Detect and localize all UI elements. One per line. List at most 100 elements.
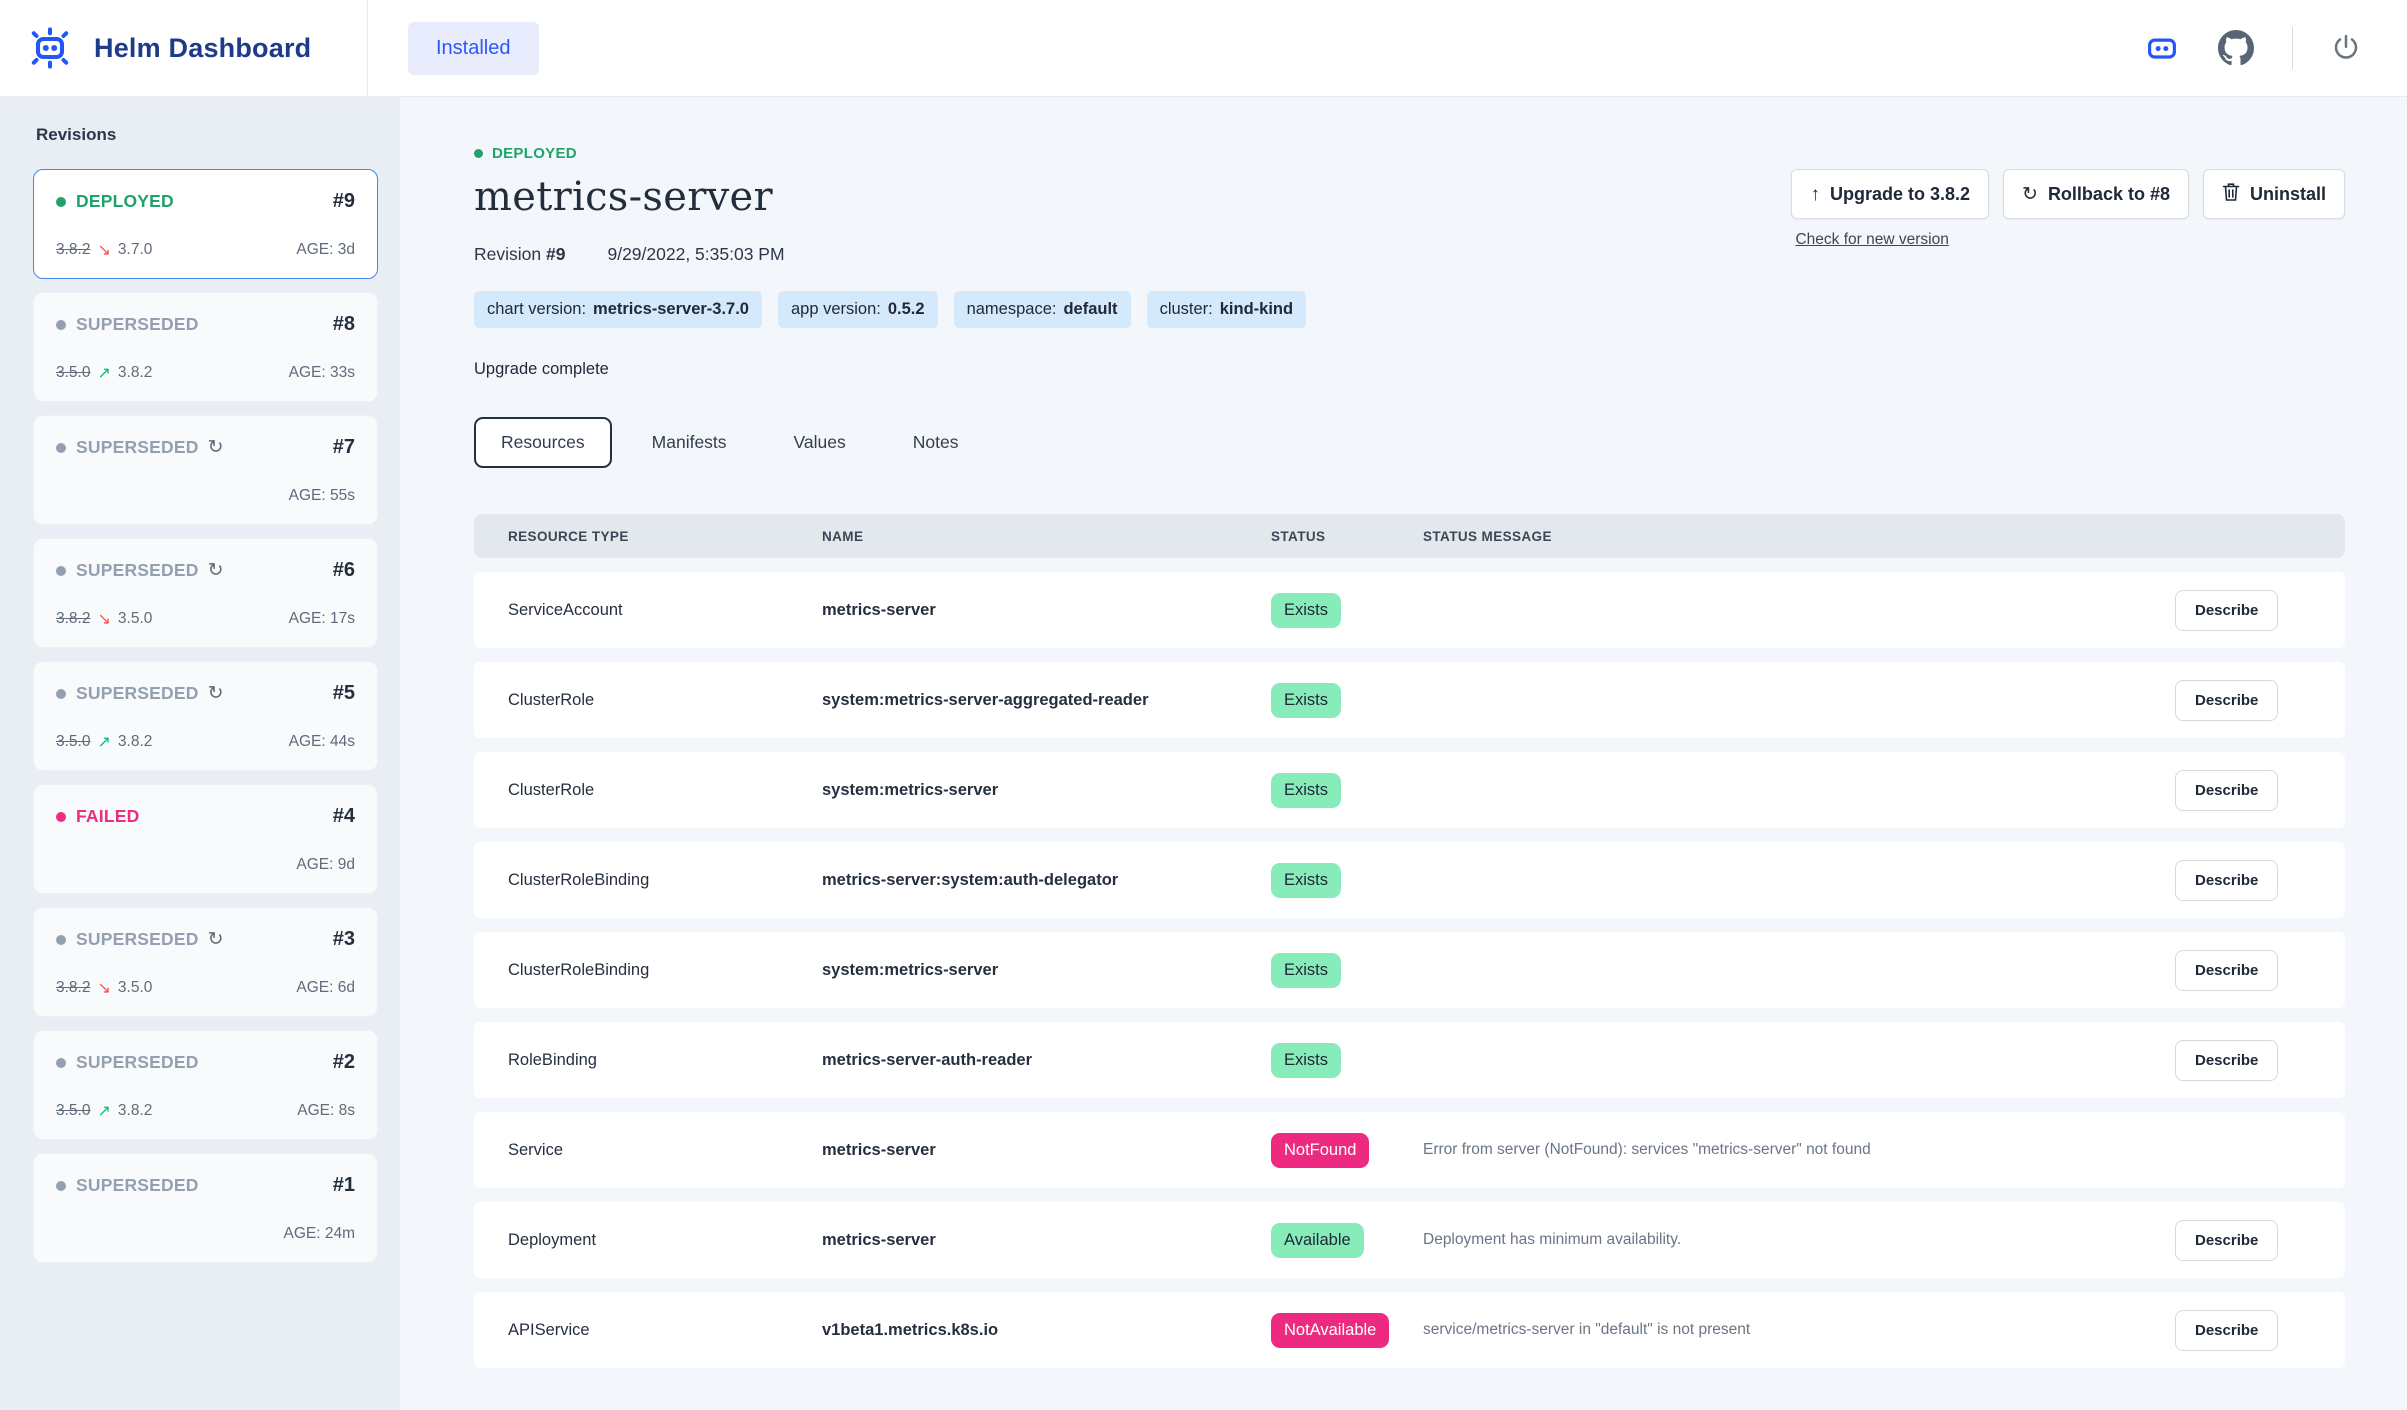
release-summary: DEPLOYED metrics-server Revision #9 9/29… [474, 145, 785, 265]
status-badge: Available [1271, 1223, 1364, 1258]
header-icons-divider [2292, 27, 2293, 69]
revision-number: Revision #9 [474, 244, 565, 265]
describe-button[interactable]: Describe [2175, 950, 2278, 991]
describe-button[interactable]: Describe [2175, 590, 2278, 631]
revision-card-8[interactable]: SUPERSEDED#83.5.0↗3.8.2AGE: 33s [33, 292, 378, 402]
revision-card-4[interactable]: FAILED#4 AGE: 9d [33, 784, 378, 894]
power-icon[interactable] [2331, 33, 2361, 63]
release-status-message: Upgrade complete [474, 360, 2345, 379]
revision-status-label: SUPERSEDED [76, 560, 199, 581]
upgrade-arrow-icon: ↗ [97, 1101, 110, 1121]
release-status: DEPLOYED [474, 145, 785, 162]
table-row: ClusterRoleBindingmetrics-server:system:… [474, 842, 2345, 918]
revision-card-top: DEPLOYED #9 [56, 190, 355, 213]
github-icon[interactable] [2218, 30, 2254, 66]
revision-card-7[interactable]: SUPERSEDED↻#7AGE: 55s [33, 415, 378, 525]
trash-icon [2222, 182, 2240, 206]
status-dot [56, 443, 66, 453]
revision-card-1[interactable]: SUPERSEDED#1 AGE: 24m [33, 1153, 378, 1263]
resource-type-cell: ServiceAccount [508, 601, 822, 620]
revision-card-top: FAILED#4 [56, 805, 355, 828]
revision-card-top: SUPERSEDED#1 [56, 1174, 355, 1197]
nav-installed-tab[interactable]: Installed [408, 22, 539, 75]
revision-age: AGE: 9d [296, 856, 355, 874]
uninstall-button[interactable]: Uninstall [2203, 169, 2345, 219]
status-dot [56, 689, 66, 699]
downgrade-arrow-icon: ↘ [97, 978, 110, 998]
old-chart-version: 3.5.0 [56, 364, 90, 382]
check-new-version-link[interactable]: Check for new version [1795, 231, 1948, 249]
rollback-icon: ↻ [2022, 185, 2038, 204]
describe-button[interactable]: Describe [2175, 860, 2278, 901]
app-version-badge: app version:0.5.2 [778, 291, 938, 328]
col-status: STATUS [1271, 529, 1423, 544]
tab-resources[interactable]: Resources [474, 417, 612, 468]
revision-card-bottom: 3.5.0↗3.8.2AGE: 33s [56, 363, 355, 383]
revision-card-bottom: 3.5.0↗3.8.2AGE: 44s [56, 732, 355, 752]
revision-number: #8 [333, 313, 355, 336]
resource-name-cell: metrics-server [822, 601, 1271, 620]
status-dot [56, 935, 66, 945]
header-actions [2144, 27, 2407, 69]
revision-card-top: SUPERSEDED ↻ #3 [56, 928, 355, 951]
release-detail-panel: DEPLOYED metrics-server Revision #9 9/29… [400, 97, 2407, 1410]
new-chart-version: 3.8.2 [118, 1102, 152, 1120]
status-badge: Exists [1271, 593, 1341, 628]
revision-status-label: DEPLOYED [76, 191, 174, 212]
revision-number: #3 [333, 928, 355, 951]
describe-button[interactable]: Describe [2175, 1220, 2278, 1261]
revision-card-2[interactable]: SUPERSEDED#23.5.0↗3.8.2AGE: 8s [33, 1030, 378, 1140]
resource-name-cell: metrics-server [822, 1141, 1271, 1160]
robot-icon[interactable] [2144, 30, 2180, 66]
release-status-label: DEPLOYED [492, 145, 577, 162]
revision-status-label: SUPERSEDED [76, 929, 199, 950]
status-badge: NotAvailable [1271, 1313, 1389, 1348]
reload-icon: ↻ [208, 930, 224, 949]
revision-age: AGE: 8s [297, 1102, 355, 1120]
revision-card-bottom: AGE: 24m [56, 1224, 355, 1244]
revision-number: #5 [333, 682, 355, 705]
describe-button[interactable]: Describe [2175, 680, 2278, 721]
status-badge: Exists [1271, 863, 1341, 898]
revisions-sidebar: Revisions DEPLOYED#93.8.2↘3.7.0AGE: 3dSU… [0, 97, 400, 1410]
revision-status-label: SUPERSEDED [76, 1052, 199, 1073]
status-dot [56, 812, 66, 822]
describe-button[interactable]: Describe [2175, 1040, 2278, 1081]
release-title: metrics-server [474, 174, 785, 220]
revision-card-6[interactable]: SUPERSEDED↻#63.8.2↘3.5.0AGE: 17s [33, 538, 378, 648]
old-chart-version: 3.5.0 [56, 1102, 90, 1120]
release-actions: ↑ Upgrade to 3.8.2 ↻ Rollback to #8 [1791, 145, 2345, 249]
status-badge: Exists [1271, 953, 1341, 988]
describe-button[interactable]: Describe [2175, 770, 2278, 811]
top-nav: Installed [408, 22, 539, 75]
tab-manifests[interactable]: Manifests [625, 417, 754, 468]
tab-notes[interactable]: Notes [886, 417, 986, 468]
describe-button[interactable]: Describe [2175, 1310, 2278, 1351]
revision-number: #1 [333, 1174, 355, 1197]
table-row: Deploymentmetrics-serverAvailableDeploym… [474, 1202, 2345, 1278]
status-dot [56, 320, 66, 330]
revision-age: AGE: 17s [289, 610, 355, 628]
revision-card-bottom: AGE: 55s [56, 486, 355, 506]
revision-number: #9 [333, 190, 355, 213]
revisions-list: DEPLOYED#93.8.2↘3.7.0AGE: 3dSUPERSEDED#8… [0, 169, 400, 1263]
revision-card-5[interactable]: SUPERSEDED↻#53.5.0↗3.8.2AGE: 44s [33, 661, 378, 771]
revisions-heading: Revisions [36, 125, 400, 145]
upgrade-arrow-icon: ↑ [1810, 185, 1820, 204]
status-badge: NotFound [1271, 1133, 1369, 1168]
status-badge: Exists [1271, 683, 1341, 718]
app-logo[interactable]: Helm Dashboard [0, 24, 367, 72]
release-date: 9/29/2022, 5:35:03 PM [607, 244, 784, 265]
resource-name-cell: v1beta1.metrics.k8s.io [822, 1321, 1271, 1340]
revision-card-3[interactable]: SUPERSEDED↻#33.8.2↘3.5.0AGE: 6d [33, 907, 378, 1017]
resource-type-cell: Deployment [508, 1231, 822, 1250]
revision-card-bottom: AGE: 9d [56, 855, 355, 875]
resource-name-cell: system:metrics-server [822, 781, 1271, 800]
upgrade-button[interactable]: ↑ Upgrade to 3.8.2 [1791, 169, 1989, 219]
tab-values[interactable]: Values [767, 417, 873, 468]
resource-type-cell: ClusterRoleBinding [508, 871, 822, 890]
resource-name-cell: system:metrics-server-aggregated-reader [822, 691, 1271, 710]
rollback-button[interactable]: ↻ Rollback to #8 [2003, 169, 2189, 219]
revision-card-9[interactable]: DEPLOYED#93.8.2↘3.7.0AGE: 3d [33, 169, 378, 279]
release-info-badges: chart version:metrics-server-3.7.0 app v… [474, 291, 2345, 328]
